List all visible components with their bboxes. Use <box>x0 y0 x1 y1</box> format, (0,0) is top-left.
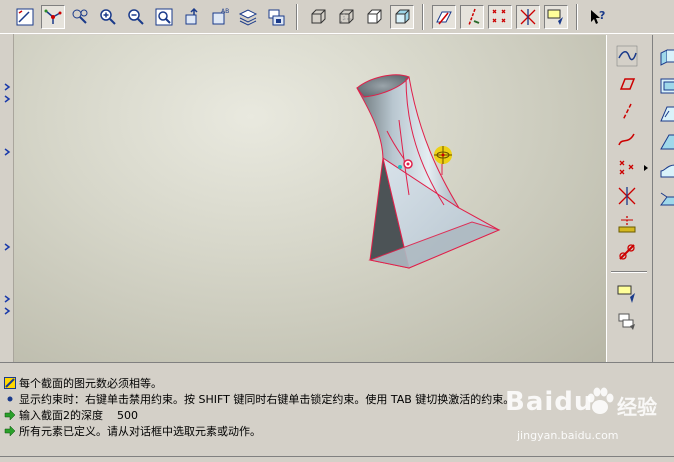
svg-text:?: ? <box>599 9 605 22</box>
toolbar-separator <box>296 4 298 30</box>
expand-arrow-icon[interactable] <box>2 94 12 104</box>
message-text: 输入截面2的深度 500 <box>19 409 138 422</box>
wireframe-icon[interactable] <box>306 5 330 29</box>
round-icon[interactable] <box>657 187 674 209</box>
zoom-in-icon[interactable] <box>96 5 120 29</box>
rotation-center-icon[interactable] <box>434 146 452 164</box>
blend-icon[interactable] <box>657 131 674 153</box>
paw-logo-icon <box>587 387 614 414</box>
message-line: 每个截面的图元数必须相等。 <box>4 375 162 391</box>
spline-icon[interactable] <box>613 43 641 69</box>
layers-icon[interactable] <box>236 5 260 29</box>
coordinate-systems-icon[interactable] <box>516 5 540 29</box>
status-strip <box>0 456 674 462</box>
datum-axes-icon[interactable] <box>460 5 484 29</box>
svg-text:AB: AB <box>221 8 229 15</box>
expand-arrow-icon[interactable] <box>2 306 12 316</box>
revolve-icon[interactable] <box>657 75 674 97</box>
prompt-arrow-icon <box>4 409 16 421</box>
hidden-line-icon[interactable] <box>334 5 358 29</box>
modify-icon[interactable] <box>613 239 641 265</box>
left-gutter <box>0 34 14 362</box>
rectangle-icon[interactable] <box>613 71 641 97</box>
redraw-icon[interactable] <box>13 5 37 29</box>
extrude-icon[interactable] <box>657 47 674 69</box>
hole-icon[interactable] <box>657 159 674 181</box>
expand-arrow-icon[interactable] <box>2 294 12 304</box>
annotations-icon[interactable] <box>544 5 568 29</box>
context-help-icon[interactable]: ? <box>586 5 610 29</box>
watermark-url: jingyan.baidu.com <box>517 429 619 442</box>
expand-arrow-icon[interactable] <box>2 242 12 252</box>
watermark-cn: 经验 <box>617 395 657 419</box>
expand-arrow-icon[interactable] <box>2 147 12 157</box>
datum-points-icon[interactable] <box>488 5 512 29</box>
view-manager-icon[interactable]: AB <box>208 5 232 29</box>
message-line: 显示约束时：右键单击禁用约束。按 SHIFT 键同时右键单击锁定约束。使用 TA… <box>4 391 514 407</box>
watermark: Baidu 经验 jingyan.baidu.com <box>505 383 670 453</box>
constraint-icon[interactable] <box>613 281 641 307</box>
trim-icon[interactable] <box>613 183 641 209</box>
arc-icon[interactable] <box>613 127 641 153</box>
reorient-icon[interactable] <box>180 5 204 29</box>
message-text: 所有元素已定义。请从对话框中选取元素或动作。 <box>19 425 261 438</box>
message-line: 输入截面2的深度 500 <box>4 407 138 423</box>
info-icon <box>4 377 16 389</box>
bullet-icon <box>7 396 13 402</box>
message-text: 每个截面的图元数必须相等。 <box>19 377 162 390</box>
zoom-out-icon[interactable] <box>124 5 148 29</box>
palette-icon[interactable] <box>613 309 641 335</box>
message-text: 显示约束时：右键单击禁用约束。按 SHIFT 键同时右键单击锁定约束。使用 TA… <box>19 393 515 406</box>
refit-icon[interactable] <box>152 5 176 29</box>
spin-center-icon[interactable] <box>41 5 65 29</box>
toolbar-separator <box>576 4 578 30</box>
flyout-arrow-icon[interactable] <box>643 165 649 171</box>
toolbar-separator <box>422 4 424 30</box>
no-hidden-icon[interactable] <box>362 5 386 29</box>
message-line: 所有元素已定义。请从对话框中选取元素或动作。 <box>4 423 261 439</box>
expand-arrow-icon[interactable] <box>2 82 12 92</box>
point-icon[interactable] <box>613 155 641 181</box>
blend-model[interactable] <box>356 74 501 269</box>
graphics-viewport[interactable] <box>14 35 606 362</box>
datum-planes-icon[interactable] <box>432 5 456 29</box>
centerline-icon[interactable] <box>613 99 641 125</box>
shading-icon[interactable] <box>390 5 414 29</box>
model-tree-icon[interactable] <box>264 5 288 29</box>
dimension-icon[interactable] <box>613 211 641 237</box>
watermark-brand: Baidu <box>505 387 594 417</box>
app-window: AB ? 每个截面的图元数必须相等。 显示约束时：右键单击禁用约束。按 SHIF… <box>0 0 674 462</box>
sweep-icon[interactable] <box>657 103 674 125</box>
prompt-arrow-icon <box>4 425 16 437</box>
orient-icon[interactable] <box>68 5 92 29</box>
toolbar-separator <box>611 271 647 273</box>
top-toolbar: AB ? <box>0 0 674 34</box>
feature-toolbar <box>652 35 674 362</box>
sketcher-toolbar <box>606 35 650 362</box>
